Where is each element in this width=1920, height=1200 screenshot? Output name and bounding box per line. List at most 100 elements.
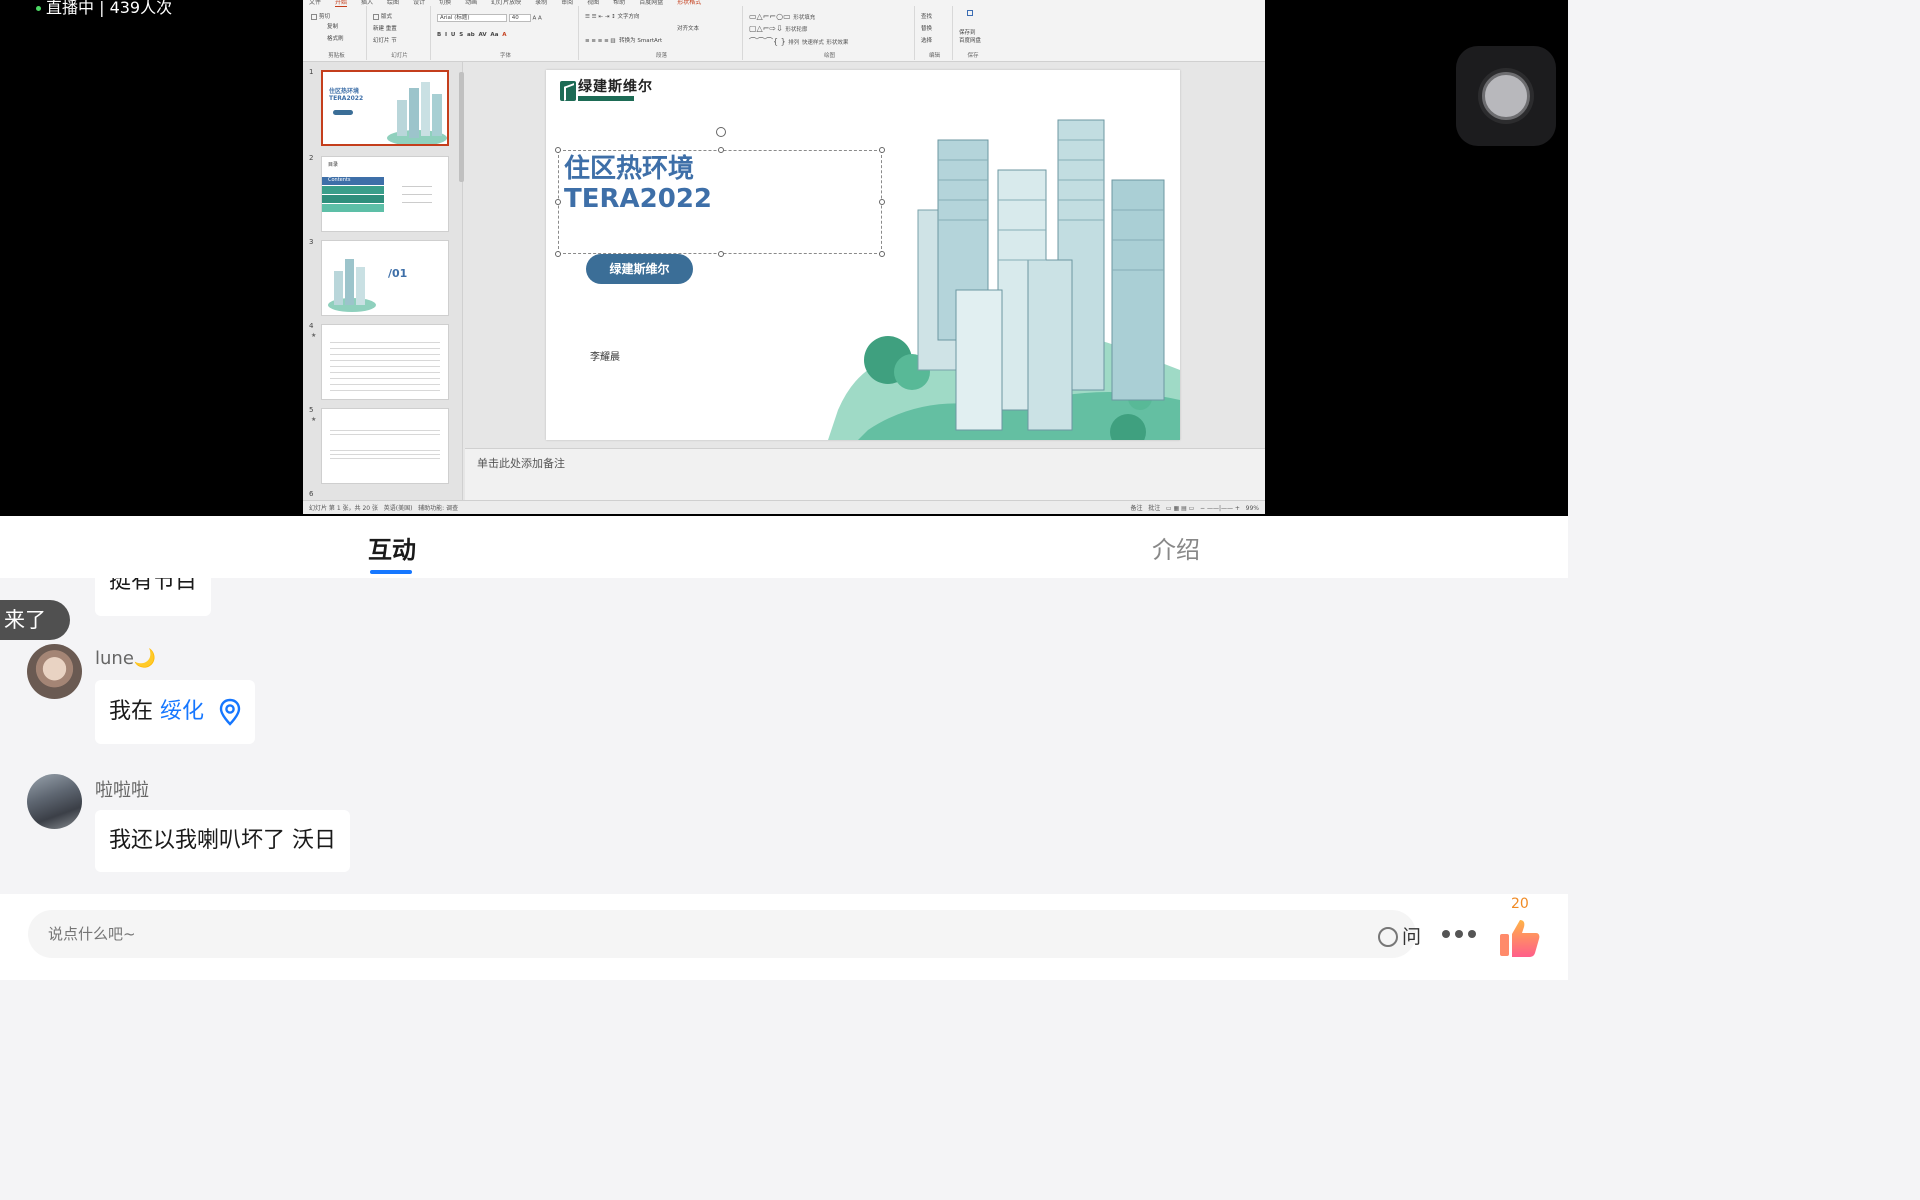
align-text-label[interactable]: 对齐文本 xyxy=(677,26,699,32)
thumb-pill xyxy=(333,110,353,115)
avatar[interactable] xyxy=(27,774,82,829)
live-video-area[interactable]: 直播中 | 439人次 文件 开始 插入 绘图 设计 切换 动画 幻灯片放映 录制 审阅 视图 帮助百… xyxy=(0,0,1568,516)
thumb-number-label: /01 xyxy=(388,267,408,280)
ribbon-group-font: Arial (标题) 40 A A B I U S ab AV Aa A 字体 xyxy=(433,6,579,60)
tab-interact[interactable]: 互动 xyxy=(368,530,416,565)
presenter-name: 李耀晨 xyxy=(590,352,620,363)
save-to-label[interactable]: 保存到 xyxy=(959,28,976,36)
ribbon-group-clipboard: 剪切 复制 格式刷 剪贴板 xyxy=(307,6,367,60)
paragraph-group-label: 段落 xyxy=(655,53,667,59)
slide-thumbnail-1[interactable]: 住区热环境 TERA2022 xyxy=(321,70,449,146)
chat-message-bubble: 我在 绥化 xyxy=(95,680,256,744)
logo-mark-icon xyxy=(560,80,576,101)
new-slide-icon[interactable] xyxy=(373,13,379,20)
animation-star-icon: ★ xyxy=(311,332,317,339)
chat-username[interactable]: 啦啦啦 xyxy=(95,776,149,802)
slide-thumbnail-2[interactable]: 目录 Contents xyxy=(321,156,449,232)
chat-message-bubble: 我还以我喇叭坏了 沃日 xyxy=(95,810,350,872)
thumb-title: 目录 xyxy=(328,162,339,168)
slide-label[interactable]: 幻灯片 xyxy=(373,38,390,44)
thumbs-up-icon[interactable] xyxy=(1498,916,1542,960)
tab-intro[interactable]: 介绍 xyxy=(1152,530,1200,565)
comments-toggle[interactable]: 批注 xyxy=(1148,505,1160,512)
thumb-title: 住区热环境 TERA2022 xyxy=(329,88,364,102)
section-label[interactable]: 节 xyxy=(391,38,397,44)
ask-question-toggle[interactable]: 问 xyxy=(1378,922,1421,949)
speaker-notes-pane[interactable]: 单击此处添加备注 xyxy=(465,448,1265,500)
shape-fill-label: 形状填充 xyxy=(793,15,816,21)
shared-screen: 文件 开始 插入 绘图 设计 切换 动画 幻灯片放映 录制 审阅 视图 帮助 百度网盘 形状格式 剪切 复… xyxy=(303,0,1265,514)
cut-label[interactable]: 剪切 xyxy=(319,14,330,20)
paste-icon[interactable] xyxy=(311,13,317,20)
chat-message-text: 我在 xyxy=(109,699,160,724)
ppt-ribbon: 文件 开始 插入 绘图 设计 切换 动画 幻灯片放映 录制 审阅 视图 帮助 百度网盘 形状格式 剪切 复… xyxy=(303,0,1265,62)
clipboard-group-label: 剪贴板 xyxy=(328,53,345,59)
notes-toggle[interactable]: 备注 xyxy=(1130,505,1142,512)
reset-label[interactable]: 重置 xyxy=(386,26,397,32)
active-tab-indicator xyxy=(370,570,412,574)
ribbon-group-slides: 版式 新建 重置 幻灯片 节 幻灯片 xyxy=(369,6,431,60)
font-name-select[interactable]: Arial (标题) xyxy=(437,14,507,22)
slide-thumbnails-pane: 1 住区热环境 TERA2022 2 目录 Contents 3 /01 4 ★… xyxy=(303,62,463,500)
chat-input-bar: 问 20 xyxy=(0,894,1568,980)
slide-thumbnail-5[interactable] xyxy=(321,408,449,484)
copy-label[interactable]: 复制 xyxy=(327,24,338,30)
accessibility-status[interactable]: 辅助功能: 调查 xyxy=(418,505,458,512)
chat-message-bubble: 挺有节目 xyxy=(95,578,212,616)
shapes-gallery-row3[interactable]: ⌒⌒⌒{ } 排列 快速样式 形状效果 xyxy=(749,36,848,47)
text-direction-label[interactable]: 文字方向 xyxy=(617,14,639,20)
format-painter-label[interactable]: 格式刷 xyxy=(327,36,344,42)
avatar[interactable] xyxy=(27,644,82,699)
find-label[interactable]: 查找 xyxy=(921,12,932,20)
ask-label: 问 xyxy=(1402,926,1422,948)
thumb-contents: Contents xyxy=(322,177,384,185)
save-group-label: 保存 xyxy=(967,53,979,59)
font-size-select[interactable]: 40 xyxy=(508,14,531,22)
chat-input-container[interactable]: 问 xyxy=(28,910,1421,958)
thumb-number: 3 xyxy=(309,238,314,246)
ribbon-group-paragraph: ☰ ☰ ⇤ ⇥ ↕ 文字方向 对齐文本 ≡ ≡ ≡ ≡ ▥ 转换为 SmartA… xyxy=(581,6,743,60)
slide-thumbnail-3[interactable]: /01 xyxy=(321,240,449,316)
smartart-label[interactable]: 转换为 SmartArt xyxy=(619,38,662,44)
ribbon-group-editing: 查找 替换 选择 编辑 xyxy=(917,6,953,60)
select-label[interactable]: 选择 xyxy=(921,36,932,44)
baidu-cloud-icon[interactable] xyxy=(967,10,973,16)
thumb-number: 6 xyxy=(309,490,314,498)
chat-list[interactable]: 挺有节目 lune🌙 我在 绥化 啦啦啦 我还以我喇叭坏了 沃日 来了 xyxy=(0,578,1568,894)
slide-count-status: 幻灯片 第 1 张，共 20 张 xyxy=(309,505,378,512)
current-slide[interactable]: 绿建斯维尔 住区热环境 TERA2022 绿建斯维尔 李耀晨 xyxy=(546,70,1180,440)
like-count: 20 xyxy=(1511,896,1529,912)
slide-thumbnail-4[interactable] xyxy=(321,324,449,400)
chat-input[interactable] xyxy=(48,920,1248,948)
thumb-number: 2 xyxy=(309,154,314,162)
thumb-number: 5 xyxy=(309,406,314,414)
layout-label[interactable]: 版式 xyxy=(381,14,392,20)
thumb-number: 4 xyxy=(309,322,314,330)
slide-pill-label: 绿建斯维尔 xyxy=(586,254,693,284)
arrange-label: 排列 xyxy=(788,40,800,46)
zoom-level[interactable]: 99% xyxy=(1246,505,1259,512)
live-status: 直播中 | 439人次 xyxy=(36,0,172,18)
more-options-button[interactable] xyxy=(1442,930,1476,938)
replace-label[interactable]: 替换 xyxy=(921,24,932,32)
shapes-gallery-row2[interactable]: ▢△⌐⇨⇩ 形状轮廓 xyxy=(749,24,807,33)
font-format-buttons[interactable]: B I U S ab AV Aa A xyxy=(437,32,507,38)
live-status-text: 直播中 | 439人次 xyxy=(46,0,173,17)
chat-location-link[interactable]: 绥化 xyxy=(160,699,204,724)
live-stream-app: 直播中 | 439人次 文件 开始 插入 绘图 设计 切换 动画 幻灯片放映 录制 审阅 视图 帮助百… xyxy=(0,0,1568,980)
notes-placeholder: 单击此处添加备注 xyxy=(477,457,565,470)
company-logo: 绿建斯维尔 xyxy=(560,80,653,101)
shapes-gallery[interactable]: ▭△⌐⌐○▭ 形状填充 xyxy=(749,12,815,21)
ribbon-group-save: 保存到 百度网盘 保存 xyxy=(955,6,991,60)
logo-text: 绿建斯维尔 xyxy=(578,79,653,95)
floating-assistive-button[interactable] xyxy=(1456,46,1556,146)
editing-group-label: 编辑 xyxy=(928,53,940,59)
baidu-netdisk-label[interactable]: 百度网盘 xyxy=(959,36,981,44)
quick-styles-label: 快速样式 xyxy=(801,40,824,46)
rotate-handle-icon[interactable] xyxy=(716,127,726,137)
thumb-number: 1 xyxy=(309,68,314,76)
new-slide-label[interactable]: 新建 xyxy=(373,26,384,32)
shape-outline-label: 形状轮廓 xyxy=(785,27,808,33)
font-group-label: 字体 xyxy=(499,53,511,59)
chat-username[interactable]: lune🌙 xyxy=(95,648,156,669)
